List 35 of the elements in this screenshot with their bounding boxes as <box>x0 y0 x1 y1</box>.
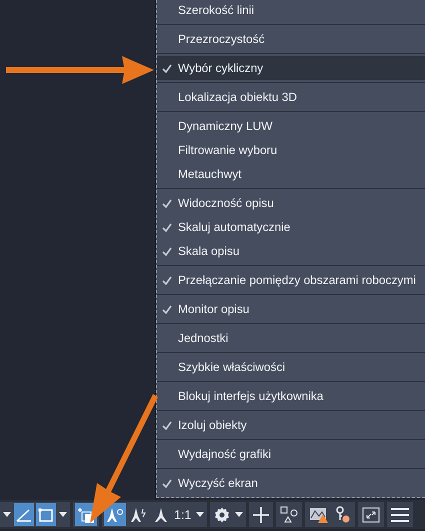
menu-item[interactable]: Metauchwyt <box>157 162 425 186</box>
menu-item[interactable]: Lokalizacja obiektu 3D <box>157 85 425 109</box>
menu-item[interactable]: Skaluj automatycznie <box>157 215 425 239</box>
caret-icon <box>196 512 204 517</box>
caret-icon <box>235 512 244 517</box>
shapes-icon <box>280 506 298 524</box>
frame-icon <box>38 506 54 522</box>
caret-icon <box>59 512 67 517</box>
menu-item[interactable]: Wyczyść ekran <box>157 471 425 495</box>
menu-icon <box>391 506 410 522</box>
figure-icon <box>130 506 148 522</box>
menu-item[interactable]: Przezroczystość <box>157 27 425 51</box>
caret-icon <box>3 512 11 517</box>
figure-icon <box>106 506 124 522</box>
menu-item[interactable]: Izoluj obiekty <box>157 413 425 437</box>
key-icon <box>335 506 352 524</box>
settings-icon <box>214 506 230 522</box>
menu-item[interactable]: Skala opisu <box>157 239 425 263</box>
figure-icon <box>154 506 168 522</box>
menu-item[interactable]: Monitor opisu <box>157 297 425 321</box>
menu-item[interactable]: Przełączanie pomiędzy obszarami roboczymi <box>157 268 425 292</box>
scale-button[interactable]: 1:1 <box>172 503 194 526</box>
fullscreen-icon <box>362 506 380 522</box>
menu-item[interactable]: Widoczność opisu <box>157 191 425 215</box>
plus-icon <box>253 506 270 522</box>
menu-item[interactable]: Filtrowanie wyboru <box>157 138 425 162</box>
menu-item[interactable]: Jednostki <box>157 326 425 350</box>
menu-item[interactable]: Blokuj interfejs użytkownika <box>157 384 425 408</box>
menu-item[interactable]: Szybkie właściwości <box>157 355 425 379</box>
menu-item[interactable]: Wybór cykliczny <box>157 56 425 80</box>
menu-item[interactable]: Szerokość linii <box>157 0 425 22</box>
angle-icon <box>16 508 32 522</box>
graph-warning-icon <box>309 506 330 524</box>
menu-item[interactable]: Wydajność grafiki <box>157 442 425 466</box>
menu-item[interactable]: Dynamiczny LUW <box>157 114 425 138</box>
